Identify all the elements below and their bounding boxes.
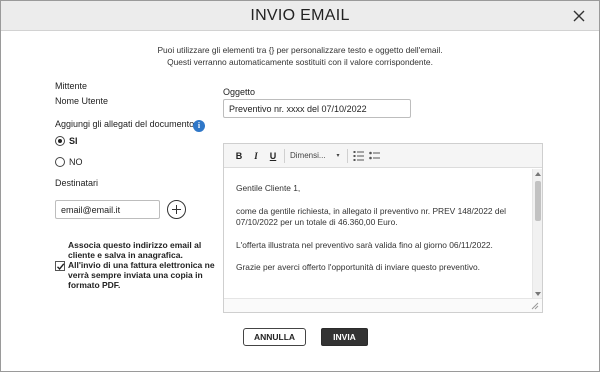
editor-content[interactable]: Gentile Cliente 1, come da gentile richi… xyxy=(224,169,532,299)
editor-paragraph: Grazie per averci offerto l'opportunità … xyxy=(236,262,480,272)
attachments-label: Aggiungi gli allegati del documento xyxy=(55,119,195,129)
attachments-radio-no[interactable] xyxy=(55,157,65,167)
plus-circle-icon[interactable] xyxy=(167,200,186,219)
subject-label: Oggetto xyxy=(223,87,256,97)
editor-paragraph: come da gentile richiesta, in allegato i… xyxy=(236,205,507,228)
sender-label: Mittente xyxy=(55,81,88,91)
toolbar-divider xyxy=(347,149,348,163)
chevron-down-icon[interactable]: ▾ xyxy=(334,149,342,163)
intro-line-1: Puoi utilizzare gli elementi tra {} per … xyxy=(157,45,443,55)
dialog-title: INVIO EMAIL xyxy=(250,7,350,24)
bullet-list-icon[interactable] xyxy=(369,150,381,162)
attachments-radio-no-label: NO xyxy=(69,157,83,167)
bold-button[interactable]: B xyxy=(233,149,245,163)
sender-user-name: Nome Utente xyxy=(55,96,109,106)
recipient-email-input[interactable] xyxy=(55,200,160,219)
editor-paragraph: L'offerta illustrata nel preventivo sarà… xyxy=(236,239,493,250)
attachments-radio-si-label: SI xyxy=(69,136,78,146)
recipients-label: Destinatari xyxy=(55,178,99,188)
subject-input[interactable] xyxy=(223,99,411,118)
scroll-down-icon[interactable] xyxy=(535,292,541,296)
associate-checkbox-label: Associa questo indirizzo email al client… xyxy=(68,240,215,290)
cancel-button[interactable]: ANNULLA xyxy=(243,328,306,346)
invio-email-dialog: INVIO EMAIL Puoi utilizzare gli elementi… xyxy=(0,0,600,372)
editor-paragraph: Gentile Cliente 1, xyxy=(236,183,301,193)
editor-scrollbar[interactable] xyxy=(532,169,542,299)
scroll-thumb[interactable] xyxy=(535,181,541,221)
intro-line-2: Questi verranno automaticamente sostitui… xyxy=(167,57,433,67)
ordered-list-icon[interactable] xyxy=(353,150,365,162)
editor-statusbar xyxy=(224,298,542,312)
underline-button[interactable]: U xyxy=(267,149,279,163)
italic-button[interactable]: I xyxy=(250,149,262,163)
scroll-up-icon[interactable] xyxy=(535,172,541,176)
send-button[interactable]: INVIA xyxy=(321,328,368,346)
email-body-editor[interactable]: B I U Dimensi... ▾ Gentile Cliente 1, co… xyxy=(223,143,543,313)
dialog-titlebar: INVIO EMAIL xyxy=(1,1,599,31)
info-icon[interactable]: i xyxy=(193,120,205,132)
close-icon[interactable] xyxy=(569,6,589,26)
associate-checkbox[interactable] xyxy=(55,261,65,271)
editor-toolbar: B I U Dimensi... ▾ xyxy=(224,144,542,168)
resize-handle-icon[interactable] xyxy=(531,302,539,310)
attachments-radio-si[interactable] xyxy=(55,136,65,146)
toolbar-divider xyxy=(284,149,285,163)
